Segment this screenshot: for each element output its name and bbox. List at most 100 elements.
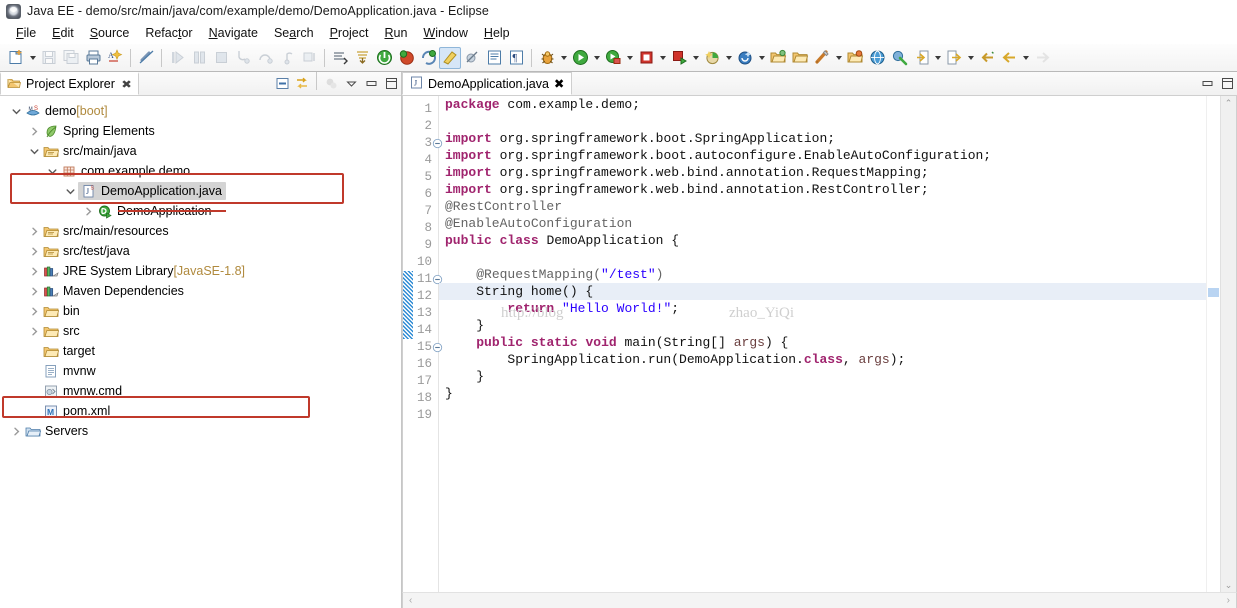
tree-item-bin[interactable]: bin [0, 301, 401, 321]
tree-item-src[interactable]: src [0, 321, 401, 341]
previous-annotation-icon[interactable] [351, 47, 373, 69]
tree-item-jre-system-library[interactable]: JRE System Library [JavaSE-1.8] [0, 261, 401, 281]
menu-edit[interactable]: Edit [44, 24, 82, 42]
menu-run[interactable]: Run [376, 24, 415, 42]
tree-item-servers[interactable]: Servers [0, 421, 401, 441]
export-dropdown-arrow[interactable] [965, 47, 976, 69]
tree-item-com-example-demo[interactable]: com.example.demo [0, 161, 401, 181]
maximize-editor-icon[interactable] [1217, 72, 1237, 95]
menu-source[interactable]: Source [82, 24, 138, 42]
show-whitespace-icon[interactable]: ¶ [505, 47, 527, 69]
run-icon[interactable] [569, 47, 591, 69]
code-line[interactable]: SpringApplication.run(DemoApplication. cl… [439, 351, 1206, 368]
chevron-down-icon[interactable] [26, 141, 42, 161]
scroll-up-icon[interactable]: ⌃ [1225, 98, 1233, 108]
stop-dropdown-arrow[interactable] [657, 47, 668, 69]
chevron-right-icon[interactable] [8, 421, 24, 441]
chevron-right-icon[interactable] [26, 261, 42, 281]
code-line[interactable]: String home() { [439, 283, 1206, 300]
debug-icon[interactable] [536, 47, 558, 69]
code-line[interactable]: import org.springframework.boot.SpringAp… [439, 130, 1206, 147]
open-task-icon[interactable] [483, 47, 505, 69]
tree-item-demoapplication[interactable]: DemoApplication [0, 201, 401, 221]
maximize-view-icon[interactable] [381, 72, 401, 95]
project-tree[interactable]: M Sdemo [boot] Spring Elements src/main/jav… [0, 96, 401, 608]
tab-demoapplication-java[interactable]: J DemoApplication.java ✖ [402, 72, 573, 95]
tab-project-explorer[interactable]: Project Explorer ✖ [0, 72, 140, 95]
coverage-icon[interactable] [701, 47, 723, 69]
tree-item-src-main-java[interactable]: src/main/java [0, 141, 401, 161]
code-line[interactable]: @EnableAutoConfiguration [439, 215, 1206, 232]
chevron-down-icon[interactable] [62, 181, 78, 201]
new-wizard-icon[interactable] [5, 47, 27, 69]
run-as-server-dropdown-arrow[interactable] [624, 47, 635, 69]
new-class-icon[interactable] [811, 47, 833, 69]
code-line[interactable]: package com.example.demo; [439, 96, 1206, 113]
chevron-right-icon[interactable] [26, 241, 42, 261]
chevron-right-icon[interactable] [26, 301, 42, 321]
chevron-right-icon[interactable] [26, 121, 42, 141]
code-line[interactable]: @RequestMapping("/test") [439, 266, 1206, 283]
code-line[interactable]: public class DemoApplication { [439, 232, 1206, 249]
chevron-right-icon[interactable] [26, 321, 42, 341]
editor-vertical-scrollbar[interactable]: ⌃ ⌄ [1220, 96, 1236, 592]
menu-help[interactable]: Help [476, 24, 518, 42]
menu-refactor[interactable]: Refactor [137, 24, 200, 42]
close-icon[interactable]: ✖ [121, 78, 132, 91]
run-as-server-icon[interactable] [602, 47, 624, 69]
collapse-all-icon[interactable] [272, 72, 292, 95]
run-last-icon[interactable] [668, 47, 690, 69]
editor-gutter[interactable]: 1 2 3 4 5 6 7 8 9 10 11 12 13 14 15 16 17 18 19 [403, 96, 443, 592]
spring-boot-dropdown-arrow[interactable] [756, 47, 767, 69]
code-line[interactable]: } [439, 317, 1206, 334]
tree-item-demoapplication-java[interactable]: J S DemoApplication.java [0, 181, 401, 201]
import-dropdown-arrow[interactable] [932, 47, 943, 69]
open-type-icon[interactable] [844, 47, 866, 69]
server-start-icon[interactable] [373, 47, 395, 69]
hscroll-right-icon[interactable]: › [1227, 595, 1230, 606]
code-line[interactable]: @RestController [439, 198, 1206, 215]
code-line[interactable]: import org.springframework.web.bind.anno… [439, 164, 1206, 181]
external-tools-icon[interactable] [888, 47, 910, 69]
menu-window[interactable]: Window [415, 24, 475, 42]
link-break-icon[interactable] [135, 47, 157, 69]
chevron-right-icon[interactable] [80, 201, 96, 221]
export-icon[interactable] [943, 47, 965, 69]
code-line[interactable]: public static void main(String[] args) { [439, 334, 1206, 351]
new-folder-icon[interactable] [789, 47, 811, 69]
chevron-right-icon[interactable] [26, 281, 42, 301]
coverage-dropdown-arrow[interactable] [723, 47, 734, 69]
view-menu-icon[interactable] [341, 72, 361, 95]
focus-on-active-task-icon[interactable] [321, 72, 341, 95]
print-icon[interactable] [82, 47, 104, 69]
code-line[interactable] [439, 113, 1206, 130]
tree-item-spring-elements[interactable]: Spring Elements [0, 121, 401, 141]
close-icon[interactable]: ✖ [554, 76, 564, 91]
code-line[interactable]: } [439, 368, 1206, 385]
scroll-down-icon[interactable]: ⌄ [1225, 580, 1233, 590]
menu-search[interactable]: Search [266, 24, 322, 42]
chevron-down-icon[interactable] [8, 101, 24, 121]
code-line[interactable]: import org.springframework.boot.autoconf… [439, 147, 1206, 164]
minimize-view-icon[interactable] [361, 72, 381, 95]
menu-file[interactable]: File [8, 24, 44, 42]
spell-check-icon[interactable]: A [104, 47, 126, 69]
link-with-editor-icon[interactable] [292, 72, 312, 95]
debug-dropdown-arrow[interactable] [558, 47, 569, 69]
skip-breakpoints-icon[interactable] [461, 47, 483, 69]
code-editor[interactable]: package com.example.demo; import org.spri… [439, 96, 1206, 592]
server-debug-icon[interactable] [395, 47, 417, 69]
chevron-right-icon[interactable] [26, 221, 42, 241]
code-line[interactable]: } [439, 385, 1206, 402]
menu-navigate[interactable]: Navigate [201, 24, 266, 42]
chevron-down-icon[interactable] [44, 161, 60, 181]
tree-item-mvnw[interactable]: mvnw [0, 361, 401, 381]
minimize-editor-icon[interactable] [1197, 72, 1217, 95]
tree-item-target[interactable]: target [0, 341, 401, 361]
stop-icon[interactable] [635, 47, 657, 69]
next-annotation-icon[interactable] [329, 47, 351, 69]
server-restart-icon[interactable] [417, 47, 439, 69]
tree-item-pom-xml[interactable]: Mpom.xml [0, 401, 401, 421]
new-java-package-icon[interactable] [767, 47, 789, 69]
previous-edit-dropdown-arrow[interactable] [1020, 47, 1031, 69]
